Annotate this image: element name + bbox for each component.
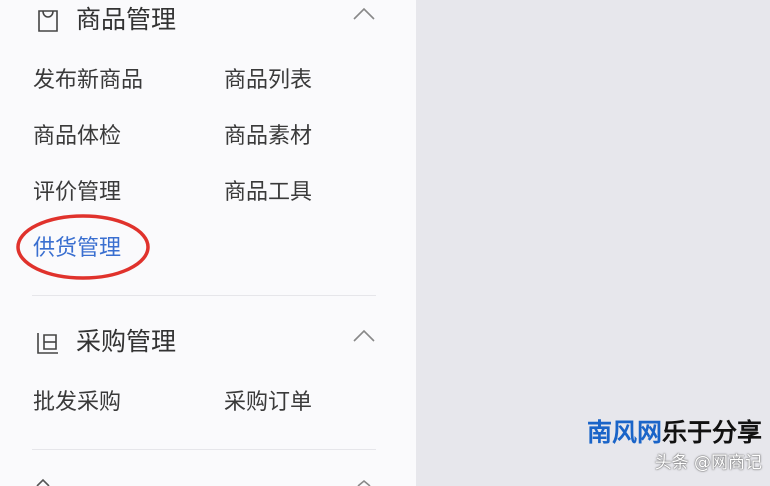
section-divider bbox=[32, 295, 376, 296]
chevron-up-icon[interactable] bbox=[352, 328, 376, 344]
watermark-slogan: 乐于分享 bbox=[661, 418, 762, 447]
menu-item-goods-list[interactable]: 商品列表 bbox=[224, 67, 312, 95]
menu-item-goods-checkup[interactable]: 商品体检 bbox=[33, 123, 121, 151]
section-header-purchase-management[interactable]: 采购管理 bbox=[0, 320, 416, 364]
menu-item-goods-tools[interactable]: 商品工具 bbox=[224, 179, 312, 207]
section-title: 采购管理 bbox=[76, 327, 177, 356]
watermark-brand-name: 南风网 bbox=[586, 418, 662, 447]
purchase-icon bbox=[37, 333, 58, 354]
menu-item-purchase-orders[interactable]: 采购订单 bbox=[224, 389, 312, 417]
section-divider bbox=[32, 449, 376, 450]
menu-item-review-management[interactable]: 评价管理 bbox=[33, 179, 121, 207]
section-header-goods-management[interactable]: 商品管理 bbox=[0, 0, 416, 44]
content-area bbox=[416, 0, 770, 486]
watermark-credit: 头条 @网商记 bbox=[654, 453, 762, 473]
section-title: 商品管理 bbox=[76, 5, 177, 34]
chevron-up-icon[interactable] bbox=[352, 478, 376, 486]
menu-item-supply-management[interactable]: 供货管理 bbox=[33, 235, 121, 263]
next-section-icon bbox=[36, 478, 50, 486]
menu-item-goods-materials[interactable]: 商品素材 bbox=[224, 123, 312, 151]
menu-item-publish-new-goods[interactable]: 发布新商品 bbox=[33, 67, 143, 95]
watermark-brand: 南风网乐于分享 bbox=[587, 418, 762, 448]
chevron-up-icon[interactable] bbox=[352, 6, 376, 22]
menu-item-wholesale-purchase[interactable]: 批发采购 bbox=[33, 389, 121, 417]
watermark: 南风网乐于分享 头条 @网商记 bbox=[587, 418, 762, 474]
seller-sidebar-menu: 商品管理 发布新商品 商品列表 商品体检 商品素材 评价管理 商品工具 供货管理… bbox=[0, 0, 416, 486]
shopping-bag-icon bbox=[38, 10, 58, 32]
